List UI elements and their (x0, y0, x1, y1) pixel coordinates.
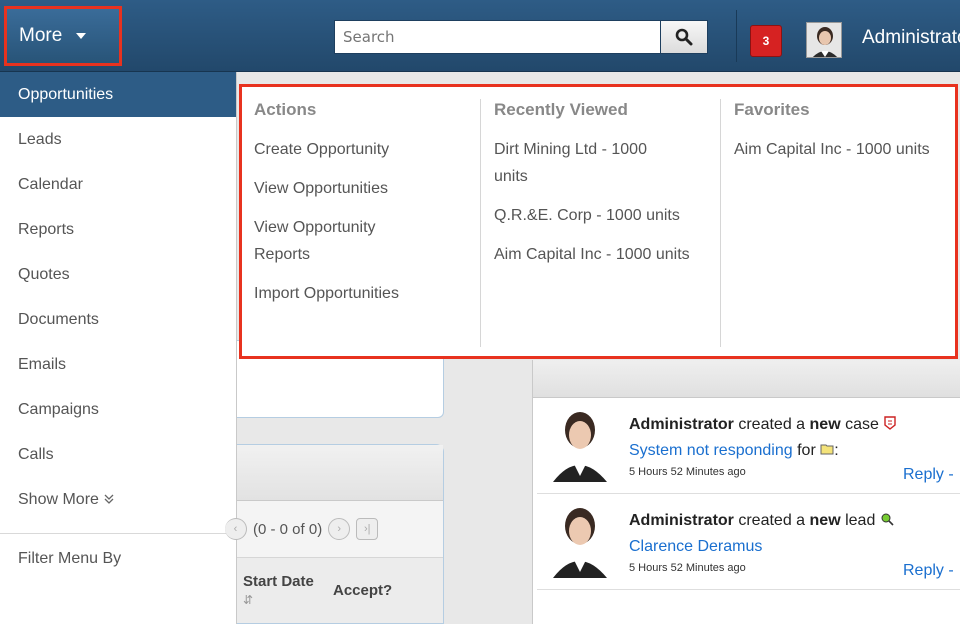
avatar-portrait-icon (807, 23, 841, 57)
recently-viewed-column: Recently Viewed Dirt Mining Ltd - 1000 u… (494, 87, 719, 280)
avatar-portrait-icon (551, 408, 607, 482)
activity-text: Administrator created a new case (629, 416, 897, 434)
pagination: ‹ (0 - 0 of 0) › ›| (225, 501, 443, 557)
last-page-icon[interactable]: ›| (356, 518, 379, 540)
import-opportunities-link[interactable]: Import Opportunities (254, 280, 479, 307)
column-accept[interactable]: Accept? (327, 582, 392, 599)
favorites-column: Favorites Aim Capital Inc - 1000 units (734, 87, 954, 175)
activity-item: Administrator created a new case System … (537, 398, 960, 494)
activity-item: Administrator created a new lead Clarenc… (537, 494, 960, 590)
actions-column: Actions Create Opportunity View Opportun… (254, 87, 479, 319)
column-divider (720, 99, 721, 347)
column-start-date[interactable]: Start Date ⇵ (237, 573, 327, 609)
menu-item-reports[interactable]: Reports (0, 207, 236, 252)
view-opportunity-reports-link[interactable]: View Opportunity Reports (254, 214, 424, 268)
menu-item-quotes[interactable]: Quotes (0, 252, 236, 297)
case-icon (884, 416, 897, 430)
user-name[interactable]: Administrator (862, 27, 960, 49)
record-link[interactable]: System not responding (629, 442, 793, 459)
folder-icon (820, 444, 834, 455)
show-more-link[interactable]: Show More (0, 477, 236, 522)
module-dropdown-panel: Actions Create Opportunity View Opportun… (239, 84, 958, 359)
double-chevron-down-icon (104, 494, 114, 504)
favorite-item[interactable]: Aim Capital Inc - 1000 units (734, 136, 934, 163)
next-page-icon[interactable]: › (328, 518, 351, 540)
activity-timestamp: 5 Hours 52 Minutes ago (629, 466, 746, 478)
filter-menu-label: Filter Menu By (18, 550, 122, 567)
meetings-dashlet: ‹ (0 - 0 of 0) › ›| Start Date ⇵ Accept? (225, 444, 444, 624)
activity-text: Administrator created a new lead (629, 512, 894, 530)
search-button[interactable] (660, 20, 708, 54)
module-menu: Opportunities Leads Calendar Reports Quo… (0, 72, 237, 624)
column-divider (480, 99, 481, 347)
prev-page-icon[interactable]: ‹ (225, 518, 247, 540)
more-menu-button[interactable]: More (4, 6, 122, 66)
top-navigation-bar: More 3 Administrator (0, 0, 960, 72)
notification-badge[interactable]: 3 (750, 25, 782, 57)
pagination-count: (0 - 0 of 0) (253, 520, 323, 538)
table-header-row: Start Date ⇵ Accept? (237, 557, 443, 623)
show-more-label: Show More (18, 491, 99, 508)
menu-item-emails[interactable]: Emails (0, 342, 236, 387)
search-icon (675, 28, 693, 46)
user-avatar[interactable] (806, 22, 842, 58)
create-opportunity-link[interactable]: Create Opportunity (254, 136, 479, 163)
view-opportunities-link[interactable]: View Opportunities (254, 175, 479, 202)
more-label: More (19, 25, 63, 46)
topbar-divider (736, 10, 737, 62)
recently-viewed-heading: Recently Viewed (494, 100, 628, 119)
search-input[interactable] (334, 20, 660, 54)
menu-item-calls[interactable]: Calls (0, 432, 236, 477)
sort-icon: ⇵ (243, 592, 254, 607)
menu-item-documents[interactable]: Documents (0, 297, 236, 342)
reply-link[interactable]: Reply - (903, 466, 954, 484)
menu-item-opportunities[interactable]: Opportunities (0, 72, 236, 117)
activity-timestamp: 5 Hours 52 Minutes ago (629, 562, 746, 574)
reply-link[interactable]: Reply - (903, 562, 954, 580)
menu-separator (0, 533, 236, 534)
global-search (334, 20, 708, 54)
activity-detail: System not responding for : (629, 442, 839, 459)
favorites-heading: Favorites (734, 100, 810, 119)
activity-detail: Clarence Deramus (629, 538, 762, 556)
avatar (551, 504, 607, 578)
recent-item[interactable]: Aim Capital Inc - 1000 units (494, 241, 694, 268)
activity-stream-header (533, 360, 960, 398)
dashlet-header (237, 445, 443, 501)
actions-heading: Actions (254, 100, 317, 119)
caret-down-icon (76, 33, 87, 39)
avatar (551, 408, 607, 482)
recent-item[interactable]: Q.R.&E. Corp - 1000 units (494, 202, 684, 229)
menu-item-leads[interactable]: Leads (0, 117, 236, 162)
avatar-portrait-icon (551, 504, 607, 578)
record-link[interactable]: Clarence Deramus (629, 538, 762, 555)
recent-item[interactable]: Dirt Mining Ltd - 1000 units (494, 136, 684, 190)
menu-item-calendar[interactable]: Calendar (0, 162, 236, 207)
activity-stream: Administrator created a new case System … (532, 360, 960, 624)
lead-icon (881, 513, 894, 526)
menu-item-campaigns[interactable]: Campaigns (0, 387, 236, 432)
